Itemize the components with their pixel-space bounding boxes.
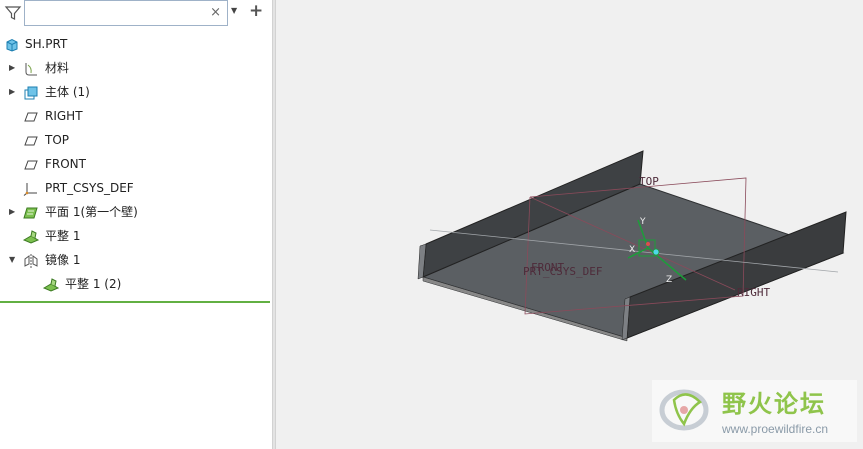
tree-item-label: RIGHT [45, 109, 83, 123]
tree-filter-bar: × ▼ + [0, 0, 272, 26]
tree-item-front-plane[interactable]: FRONT [0, 153, 272, 175]
body-icon [23, 85, 39, 100]
tree-item-flat-wall[interactable]: 平整 1 [0, 225, 272, 247]
datum-plane-icon [23, 109, 39, 123]
datum-plane-icon [23, 133, 39, 147]
panel-splitter[interactable] [272, 0, 276, 449]
flat-wall-icon [22, 229, 40, 244]
tree-item-label: 镜像 1 [45, 253, 81, 267]
tree-item-csys[interactable]: PRT_CSYS_DEF [0, 177, 272, 199]
datum-csys-label: PRT_CSYS_DEF [523, 265, 602, 278]
tree-item-label: 主体 (1) [45, 85, 90, 99]
clear-icon[interactable]: × [210, 6, 221, 20]
tree-item-planar-wall[interactable]: ▶ 平面 1(第一个壁) [0, 201, 272, 223]
tree-item-label: FRONT [45, 157, 86, 171]
expand-arrow-icon[interactable]: ▶ [9, 57, 15, 79]
tree-item-label: SH.PRT [25, 37, 68, 51]
model-tree-panel: × ▼ + SH.PRT ▶ 材料 ▶ 主体 (1) RIGHT TOP FRO… [0, 0, 272, 449]
datum-top-label: TOP [639, 175, 659, 188]
tree-item-label: 材料 [45, 61, 70, 75]
expand-arrow-icon[interactable]: ▶ [9, 81, 15, 103]
watermark-title: 野火论坛 [722, 390, 826, 418]
axis-y-label: Y [639, 217, 646, 227]
tree-item-material[interactable]: ▶ 材料 [0, 57, 272, 79]
material-icon [23, 61, 39, 76]
tree-item-body[interactable]: ▶ 主体 (1) [0, 81, 272, 103]
expand-arrow-icon[interactable]: ▶ [9, 201, 15, 223]
datum-right-label: RIGHT [737, 286, 770, 299]
tree-item-flat-wall-mirrored[interactable]: 平整 1 (2) [0, 273, 272, 295]
tree-item-label: 平整 1 [45, 229, 81, 243]
tree-item-label: PRT_CSYS_DEF [45, 181, 134, 195]
axis-x-label: X [629, 245, 635, 255]
datum-plane-icon [23, 157, 39, 171]
insert-here-marker[interactable] [0, 301, 270, 303]
tree-item-top-plane[interactable]: TOP [0, 129, 272, 151]
tree-search-input[interactable]: × [24, 0, 228, 26]
mirror-icon [23, 253, 39, 268]
watermark-logo-icon [656, 384, 718, 438]
add-icon[interactable]: + [249, 2, 263, 20]
filter-icon[interactable] [4, 4, 22, 22]
tree-item-sh-prt[interactable]: SH.PRT [0, 33, 272, 55]
tree-item-mirror[interactable]: ▼ 镜像 1 [0, 249, 272, 271]
watermark: 野火论坛 www.proewildfire.cn [652, 380, 857, 442]
tree-item-label: 平面 1(第一个壁) [45, 205, 138, 219]
watermark-url: www.proewildfire.cn [722, 422, 829, 436]
collapse-arrow-icon[interactable]: ▼ [9, 249, 15, 271]
csys-icon [23, 181, 39, 196]
planar-wall-icon [23, 205, 39, 219]
chevron-down-icon[interactable]: ▼ [231, 6, 237, 15]
axis-z-label: Z [666, 275, 672, 285]
tree-item-right-plane[interactable]: RIGHT [0, 105, 272, 127]
part-icon [4, 37, 20, 52]
tree-item-label: TOP [45, 133, 70, 147]
flat-wall-icon [42, 277, 60, 292]
tree-item-label: 平整 1 (2) [65, 277, 122, 291]
